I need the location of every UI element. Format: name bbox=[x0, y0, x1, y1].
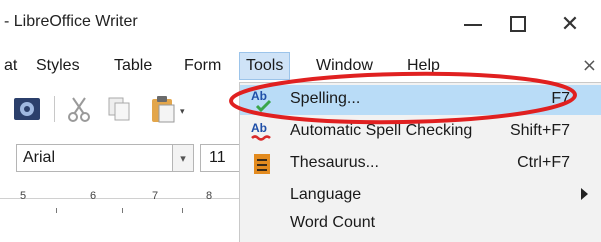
ruler-number: 7 bbox=[152, 190, 159, 202]
menu-help[interactable]: Help bbox=[407, 54, 440, 78]
copy-icon[interactable] bbox=[104, 94, 134, 124]
formatting-toolbar: Arial ▾ 11 bbox=[0, 140, 240, 176]
ruler-number: 8 bbox=[206, 190, 213, 202]
menu-table[interactable]: Table bbox=[114, 54, 152, 78]
svg-text:Ab: Ab bbox=[251, 121, 267, 135]
minimize-icon bbox=[464, 24, 482, 26]
ruler-tick bbox=[122, 208, 123, 213]
menu-item-shortcut: Shift+F7 bbox=[509, 122, 570, 139]
thesaurus-icon bbox=[254, 154, 270, 174]
menu-tools[interactable]: Tools bbox=[239, 52, 291, 80]
menu-format-partial[interactable]: at bbox=[4, 54, 17, 78]
ruler-tick bbox=[182, 208, 183, 213]
standard-toolbar: ▾ bbox=[0, 82, 240, 138]
auto-spellcheck-icon: Ab bbox=[251, 121, 271, 141]
title-bar: - LibreOffice Writer ✕ bbox=[0, 0, 601, 48]
tools-menu-dropdown: Ab Spelling... F7 Ab Automatic Spell Che… bbox=[239, 82, 601, 242]
ruler-number: 6 bbox=[90, 190, 97, 202]
menu-item-label: Language bbox=[290, 186, 362, 203]
ruler-line bbox=[0, 198, 240, 199]
maximize-icon bbox=[510, 16, 526, 32]
window-title: - LibreOffice Writer bbox=[4, 13, 138, 30]
menu-item-label: Automatic Spell Checking bbox=[290, 122, 473, 139]
ruler-number: 5 bbox=[20, 190, 27, 202]
close-button[interactable]: ✕ bbox=[552, 8, 588, 40]
font-name-dropdown-icon[interactable]: ▾ bbox=[172, 144, 194, 172]
menu-form[interactable]: Form bbox=[184, 54, 221, 78]
minimize-button[interactable] bbox=[455, 8, 491, 40]
menu-item-label: Word Count bbox=[290, 214, 376, 231]
horizontal-ruler: 5 6 7 8 bbox=[0, 180, 240, 242]
menu-item-label: Spelling... bbox=[290, 90, 361, 107]
navigator-icon[interactable] bbox=[12, 94, 42, 124]
svg-text:Ab: Ab bbox=[251, 89, 267, 103]
paste-dropdown-icon[interactable]: ▾ bbox=[180, 106, 185, 117]
maximize-button[interactable] bbox=[500, 8, 536, 40]
menu-item-shortcut: F7 bbox=[551, 90, 570, 107]
menu-item-word-count[interactable]: Word Count bbox=[240, 209, 601, 239]
font-size-input[interactable]: 11 bbox=[200, 144, 240, 172]
ruler-tick bbox=[56, 208, 57, 213]
menu-item-automatic-spell-checking[interactable]: Ab Automatic Spell Checking Shift+F7 bbox=[240, 117, 601, 147]
menu-item-shortcut: Ctrl+F7 bbox=[517, 154, 570, 171]
toolbar-separator bbox=[54, 96, 55, 122]
menu-item-label: Thesaurus... bbox=[290, 154, 379, 171]
submenu-arrow-icon bbox=[581, 188, 588, 200]
paste-icon[interactable] bbox=[148, 94, 178, 124]
menu-styles[interactable]: Styles bbox=[36, 54, 80, 78]
menu-item-thesaurus[interactable]: Thesaurus... Ctrl+F7 bbox=[240, 149, 601, 179]
close-icon: ✕ bbox=[560, 11, 580, 37]
menu-bar: at Styles Table Form Tools Window Help × bbox=[0, 48, 601, 82]
menu-overflow-icon[interactable]: × bbox=[582, 54, 597, 78]
cut-icon[interactable] bbox=[64, 94, 94, 124]
font-name-input[interactable]: Arial bbox=[16, 144, 194, 172]
menu-item-language[interactable]: Language bbox=[240, 181, 601, 211]
menu-item-spelling[interactable]: Ab Spelling... F7 bbox=[240, 85, 601, 115]
spelling-icon: Ab bbox=[251, 89, 272, 112]
menu-window[interactable]: Window bbox=[316, 54, 373, 78]
